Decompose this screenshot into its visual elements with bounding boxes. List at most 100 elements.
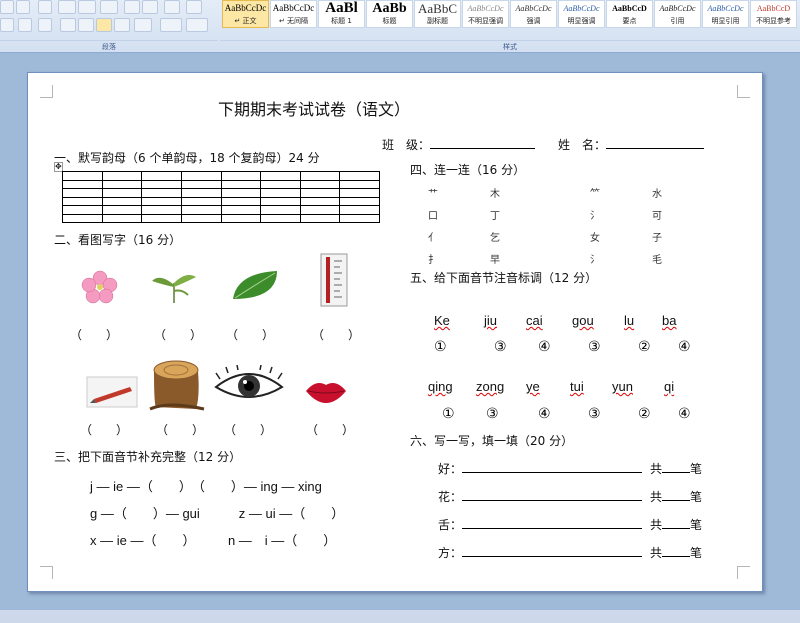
pinyin-syllable: cai (526, 313, 543, 328)
sort-icon[interactable] (164, 0, 180, 14)
grid-cell[interactable] (260, 179, 301, 189)
count-blank[interactable] (662, 515, 691, 529)
align-center-icon[interactable] (78, 18, 94, 32)
grid-cell[interactable] (180, 179, 222, 189)
grid-cell[interactable] (339, 213, 380, 223)
grid-cell[interactable] (62, 213, 103, 223)
bi-label: 笔 (690, 462, 703, 476)
style-2[interactable]: AaBbCcDc ↵ 无间隔 (270, 0, 317, 28)
pinyin-syllable: lu (624, 313, 634, 328)
style-7[interactable]: AaBbCcDc 强调 (510, 0, 557, 28)
style-6[interactable]: AaBbCcDc 不明显强调 (462, 0, 509, 28)
grid-cell[interactable] (299, 171, 341, 181)
answer-blank[interactable] (462, 459, 643, 473)
answer-blank[interactable] (462, 543, 643, 557)
horizontal-scrollbar[interactable] (0, 610, 800, 623)
grid-cell[interactable] (141, 205, 182, 215)
grid-cell[interactable] (299, 188, 341, 198)
style-1[interactable]: AaBbCcDc ↵ 正文 (222, 0, 269, 28)
style-4[interactable]: AaBb 标题 (366, 0, 413, 28)
grid-cell[interactable] (339, 179, 380, 189)
answer-paren: （ ） (70, 328, 119, 342)
grid-cell[interactable] (299, 213, 341, 223)
grid-cell[interactable] (62, 188, 103, 198)
grid-cell[interactable] (101, 205, 143, 215)
bullets-icon[interactable] (58, 0, 76, 14)
grid-cell[interactable] (62, 196, 103, 206)
count-blank[interactable] (662, 543, 691, 557)
grid-cell[interactable] (260, 213, 301, 223)
grid-cell[interactable] (180, 213, 222, 223)
grid-cell[interactable] (101, 179, 143, 189)
grid-cell[interactable] (299, 205, 341, 215)
answer-blank[interactable] (462, 515, 643, 529)
grid-cell[interactable] (101, 213, 143, 223)
highlight-icon[interactable] (0, 18, 14, 32)
subscript-icon[interactable] (16, 0, 30, 14)
grid-cell[interactable] (299, 179, 341, 189)
grid-cell[interactable] (299, 196, 341, 206)
grid-cell[interactable] (339, 205, 380, 215)
grid-cell[interactable] (339, 196, 380, 206)
style-5[interactable]: AaBbC 副标题 (414, 0, 461, 28)
grid-cell[interactable] (220, 196, 262, 206)
justify-icon[interactable] (114, 18, 130, 32)
grid-cell[interactable] (220, 213, 262, 223)
shading-icon[interactable] (160, 18, 182, 32)
align-right-icon[interactable] (96, 18, 112, 32)
tone-number: ④ (678, 339, 691, 355)
grid-cell[interactable] (220, 205, 262, 215)
strikethrough-icon[interactable] (0, 0, 14, 14)
section-4-heading: 四、连一连（16 分） (410, 163, 526, 177)
style-sample: AaBbCcDc (707, 4, 744, 13)
leaf-image (233, 271, 277, 299)
grid-cell[interactable] (62, 205, 103, 215)
grid-cell[interactable] (141, 179, 182, 189)
align-left-icon[interactable] (60, 18, 76, 32)
show-marks-icon[interactable] (186, 0, 202, 14)
multilevel-list-icon[interactable] (100, 0, 118, 14)
increase-indent-icon[interactable] (142, 0, 158, 14)
line-spacing-icon[interactable] (134, 18, 152, 32)
grid-cell[interactable] (141, 196, 182, 206)
grid-cell[interactable] (220, 179, 262, 189)
grid-cell[interactable] (101, 171, 143, 181)
style-12[interactable]: AaBbCcD 不明显参考 (750, 0, 797, 28)
font-color-icon[interactable] (18, 18, 32, 32)
grid-cell[interactable] (260, 171, 301, 181)
decrease-indent-icon[interactable] (124, 0, 140, 14)
grid-cell[interactable] (62, 179, 103, 189)
document-page[interactable]: 下期期末考试试卷（语文） 班 级： 姓 名： 一、默写韵母（6 个单韵母，18 … (27, 72, 763, 592)
count-blank[interactable] (662, 487, 691, 501)
grid-cell[interactable] (260, 196, 301, 206)
grid-cell[interactable] (141, 213, 182, 223)
answer-blank[interactable] (462, 487, 643, 501)
grid-cell[interactable] (180, 171, 222, 181)
numbering-icon[interactable] (78, 0, 96, 14)
grid-cell[interactable] (141, 188, 182, 198)
style-8[interactable]: AaBbCcDc 明显强调 (558, 0, 605, 28)
style-3[interactable]: AaBl 标题 1 (318, 0, 365, 28)
pinyin-text: ye (526, 379, 540, 394)
grid-cell[interactable] (180, 196, 222, 206)
style-10[interactable]: AaBbCcDc 引用 (654, 0, 701, 28)
grid-cell[interactable] (101, 196, 143, 206)
borders-icon[interactable] (186, 18, 208, 32)
grid-cell[interactable] (180, 205, 222, 215)
style-9[interactable]: AaBbCcD 要点 (606, 0, 653, 28)
grid-cell[interactable] (220, 171, 262, 181)
grid-cell[interactable] (260, 205, 301, 215)
grid-cell[interactable] (62, 171, 103, 181)
grid-cell[interactable] (180, 188, 222, 198)
style-sample: AaBbCcDc (467, 4, 504, 13)
grid-cell[interactable] (220, 188, 262, 198)
char-shading-icon[interactable] (38, 18, 52, 32)
font-a-icon[interactable] (38, 0, 52, 14)
grid-cell[interactable] (339, 188, 380, 198)
count-blank[interactable] (662, 459, 691, 473)
style-11[interactable]: AaBbCcDc 明显引用 (702, 0, 749, 28)
grid-cell[interactable] (339, 171, 380, 181)
grid-cell[interactable] (141, 171, 182, 181)
grid-cell[interactable] (101, 188, 143, 198)
grid-cell[interactable] (260, 188, 301, 198)
